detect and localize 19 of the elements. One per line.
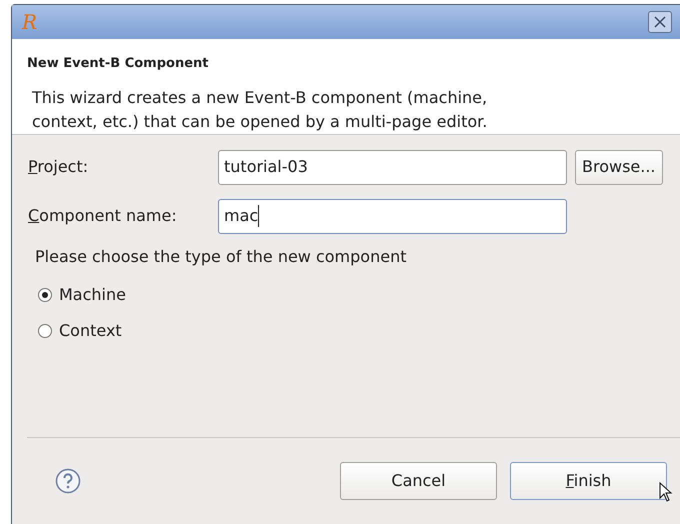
dialog-button[interactable]: Finish <box>510 462 667 500</box>
help-icon[interactable] <box>55 468 81 494</box>
wizard-description: This wizard creates a new Event-B component (machine, context, etc.) that can be opened by a multi-page editor. <box>31 86 488 132</box>
group-label: Please choose the type of the new component <box>34 246 408 268</box>
radio-label: Context <box>59 320 122 342</box>
browse-button[interactable]: Browse... <box>575 150 663 184</box>
mouse-cursor-icon <box>659 482 673 502</box>
dialog-button[interactable]: Cancel <box>340 462 497 500</box>
field-label: Component name: <box>28 206 177 225</box>
radio-label: Machine <box>59 284 126 306</box>
radio-button[interactable] <box>38 288 52 302</box>
radio-button[interactable] <box>38 324 52 338</box>
field-label: Project: <box>28 157 88 176</box>
text-field[interactable]: mac <box>218 198 567 234</box>
close-button[interactable] <box>648 11 672 33</box>
close-icon <box>653 15 667 29</box>
wizard-title: New Event-B Component <box>27 55 210 73</box>
app-logo-icon: R <box>22 12 38 32</box>
text-field[interactable]: tutorial-03 <box>218 150 567 184</box>
